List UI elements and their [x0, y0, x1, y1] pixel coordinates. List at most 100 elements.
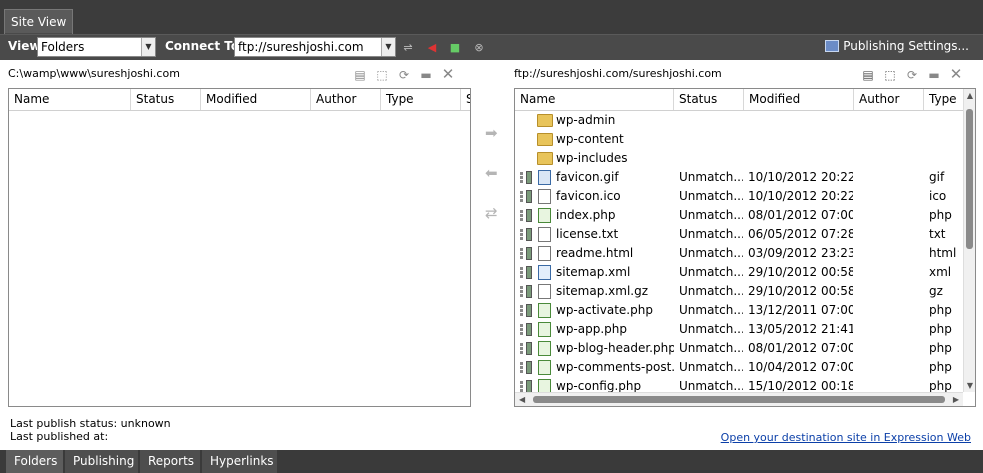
table-row[interactable]: wp-includes	[515, 149, 963, 168]
row-name: wp-comments-post...	[556, 360, 674, 374]
table-row[interactable]: wp-blog-header.php Unmatch... 08/01/2012 0…	[515, 339, 963, 358]
row-status: Unmatch...	[679, 322, 743, 336]
local-col-size[interactable]: S	[461, 89, 470, 110]
table-row[interactable]: wp-config.php Unmatch... 15/10/2012 00:18 p…	[515, 377, 963, 392]
stop-icon[interactable]: ⊗	[471, 40, 487, 56]
row-name: license.txt	[556, 227, 619, 241]
file-icon	[538, 322, 551, 337]
remote-refresh-icon[interactable]: ⟳	[904, 67, 920, 83]
view-select-value: Folders	[41, 40, 85, 54]
remote-file-list[interactable]: Name Status Modified Author Type wp-admi…	[514, 88, 976, 407]
tab-hyperlinks[interactable]: Hyperlinks	[202, 450, 278, 473]
local-col-status[interactable]: Status	[131, 89, 201, 110]
local-column-header: Name Status Modified Author Type S	[9, 89, 470, 111]
row-status: Unmatch...	[679, 360, 743, 374]
view-tabs: Folders Publishing Reports Hyperlinks	[0, 450, 983, 473]
local-col-author[interactable]: Author	[311, 89, 381, 110]
row-status: Unmatch...	[679, 284, 743, 298]
table-row[interactable]: wp-content	[515, 130, 963, 149]
tab-publishing[interactable]: Publishing	[65, 450, 139, 473]
sync-status-icon	[520, 323, 532, 336]
row-modified: 29/10/2012 00:58	[748, 284, 853, 298]
sync-status-icon	[520, 190, 532, 203]
remote-col-modified[interactable]: Modified	[744, 89, 854, 110]
row-modified: 08/01/2012 07:00	[748, 208, 853, 222]
row-type: php	[929, 379, 952, 392]
row-name: favicon.gif	[556, 170, 619, 184]
tab-folders[interactable]: Folders	[6, 450, 64, 473]
row-name: index.php	[556, 208, 616, 222]
remote-col-status[interactable]: Status	[674, 89, 744, 110]
remote-folder-icon[interactable]: ▬	[926, 67, 942, 83]
local-properties-icon[interactable]: ▤	[352, 67, 368, 83]
row-modified: 03/09/2012 23:23	[748, 246, 853, 260]
arrow-left-icon[interactable]: ⬅	[485, 164, 498, 182]
table-row[interactable]: wp-app.php Unmatch... 13/05/2012 21:41 php	[515, 320, 963, 339]
row-modified: 10/10/2012 20:22	[748, 189, 853, 203]
table-row[interactable]: readme.html Unmatch... 03/09/2012 23:23 htm…	[515, 244, 963, 263]
sync-status-icon	[520, 285, 532, 298]
folder-icon	[537, 133, 553, 146]
local-folder-icon[interactable]: ▬	[418, 67, 434, 83]
table-row[interactable]: favicon.gif Unmatch... 10/10/2012 20:22 gif	[515, 168, 963, 187]
table-row[interactable]: license.txt Unmatch... 06/05/2012 07:28 txt	[515, 225, 963, 244]
table-row[interactable]: sitemap.xml Unmatch... 29/10/2012 00:58 xml	[515, 263, 963, 282]
remote-col-name[interactable]: Name	[515, 89, 674, 110]
file-icon	[538, 246, 551, 261]
row-name: wp-content	[556, 132, 624, 146]
scroll-down-icon[interactable]: ▼	[964, 381, 975, 390]
local-col-type[interactable]: Type	[381, 89, 461, 110]
table-row[interactable]: wp-activate.php Unmatch... 13/12/2011 07:0…	[515, 301, 963, 320]
table-row[interactable]: wp-comments-post... Unmatch... 10/04/2012 …	[515, 358, 963, 377]
remote-select-icon[interactable]: ⬚	[882, 67, 898, 83]
remote-col-author[interactable]: Author	[854, 89, 924, 110]
scroll-right-icon[interactable]: ▶	[953, 393, 959, 406]
local-file-list[interactable]: Name Status Modified Author Type S	[8, 88, 471, 407]
row-modified: 08/01/2012 07:00	[748, 341, 853, 355]
row-name: readme.html	[556, 246, 634, 260]
publishing-settings-button[interactable]: Publishing Settings...	[825, 39, 969, 53]
table-row[interactable]: index.php Unmatch... 08/01/2012 07:00 php	[515, 206, 963, 225]
folder-icon	[537, 152, 553, 165]
remote-properties-icon[interactable]: ▤	[860, 67, 876, 83]
row-modified: 06/05/2012 07:28	[748, 227, 853, 241]
row-name: wp-config.php	[556, 379, 642, 392]
file-icon	[538, 189, 551, 204]
local-refresh-icon[interactable]: ⟳	[396, 67, 412, 83]
remote-delete-icon[interactable]: ✕	[948, 66, 964, 82]
table-row[interactable]: wp-admin	[515, 111, 963, 130]
chevron-down-icon: ▼	[141, 38, 155, 56]
table-row[interactable]: sitemap.xml.gz Unmatch... 29/10/2012 00:58…	[515, 282, 963, 301]
local-pane-tools: ▤ ⬚ ⟳ ▬ ✕	[346, 66, 456, 82]
row-type: gz	[929, 284, 943, 298]
local-col-name[interactable]: Name	[9, 89, 131, 110]
connect-to-select[interactable]: ftp://sureshjoshi.com ▼	[234, 37, 396, 57]
horizontal-scroll-thumb[interactable]	[533, 396, 945, 403]
connect-icon[interactable]: ⇌	[400, 40, 416, 56]
local-col-modified[interactable]: Modified	[201, 89, 311, 110]
local-delete-icon[interactable]: ✕	[440, 66, 456, 82]
scroll-up-icon[interactable]: ▲	[964, 91, 975, 100]
remote-col-type[interactable]: Type	[924, 89, 966, 110]
arrow-right-icon[interactable]: ➡	[485, 124, 498, 142]
connect-to-label: Connect To:	[165, 39, 244, 53]
row-type: gif	[929, 170, 945, 184]
view-select[interactable]: Folders ▼	[37, 37, 156, 57]
scroll-left-icon[interactable]: ◀	[519, 393, 525, 406]
table-row[interactable]: favicon.ico Unmatch... 10/10/2012 20:22 ico	[515, 187, 963, 206]
sync-status-icon	[520, 247, 532, 260]
add-connection-icon[interactable]: ■	[447, 40, 463, 56]
row-type: ico	[929, 189, 947, 203]
site-toolbar: View Folders ▼ Connect To: ftp://sureshj…	[0, 34, 983, 60]
tab-site-view[interactable]: Site View	[4, 9, 74, 35]
local-select-icon[interactable]: ⬚	[374, 67, 390, 83]
row-name: sitemap.xml	[556, 265, 631, 279]
vertical-scroll-thumb[interactable]	[966, 109, 973, 249]
horizontal-scrollbar[interactable]: ◀ ▶	[515, 392, 963, 406]
vertical-scrollbar[interactable]: ▲ ▼	[963, 89, 975, 392]
tab-reports[interactable]: Reports	[140, 450, 201, 473]
arrow-sync-icon[interactable]: ⇄	[485, 204, 498, 222]
row-modified: 13/12/2011 07:00	[748, 303, 853, 317]
disconnect-icon[interactable]: ◀	[424, 40, 440, 56]
open-destination-link[interactable]: Open your destination site in Expression…	[721, 431, 971, 444]
